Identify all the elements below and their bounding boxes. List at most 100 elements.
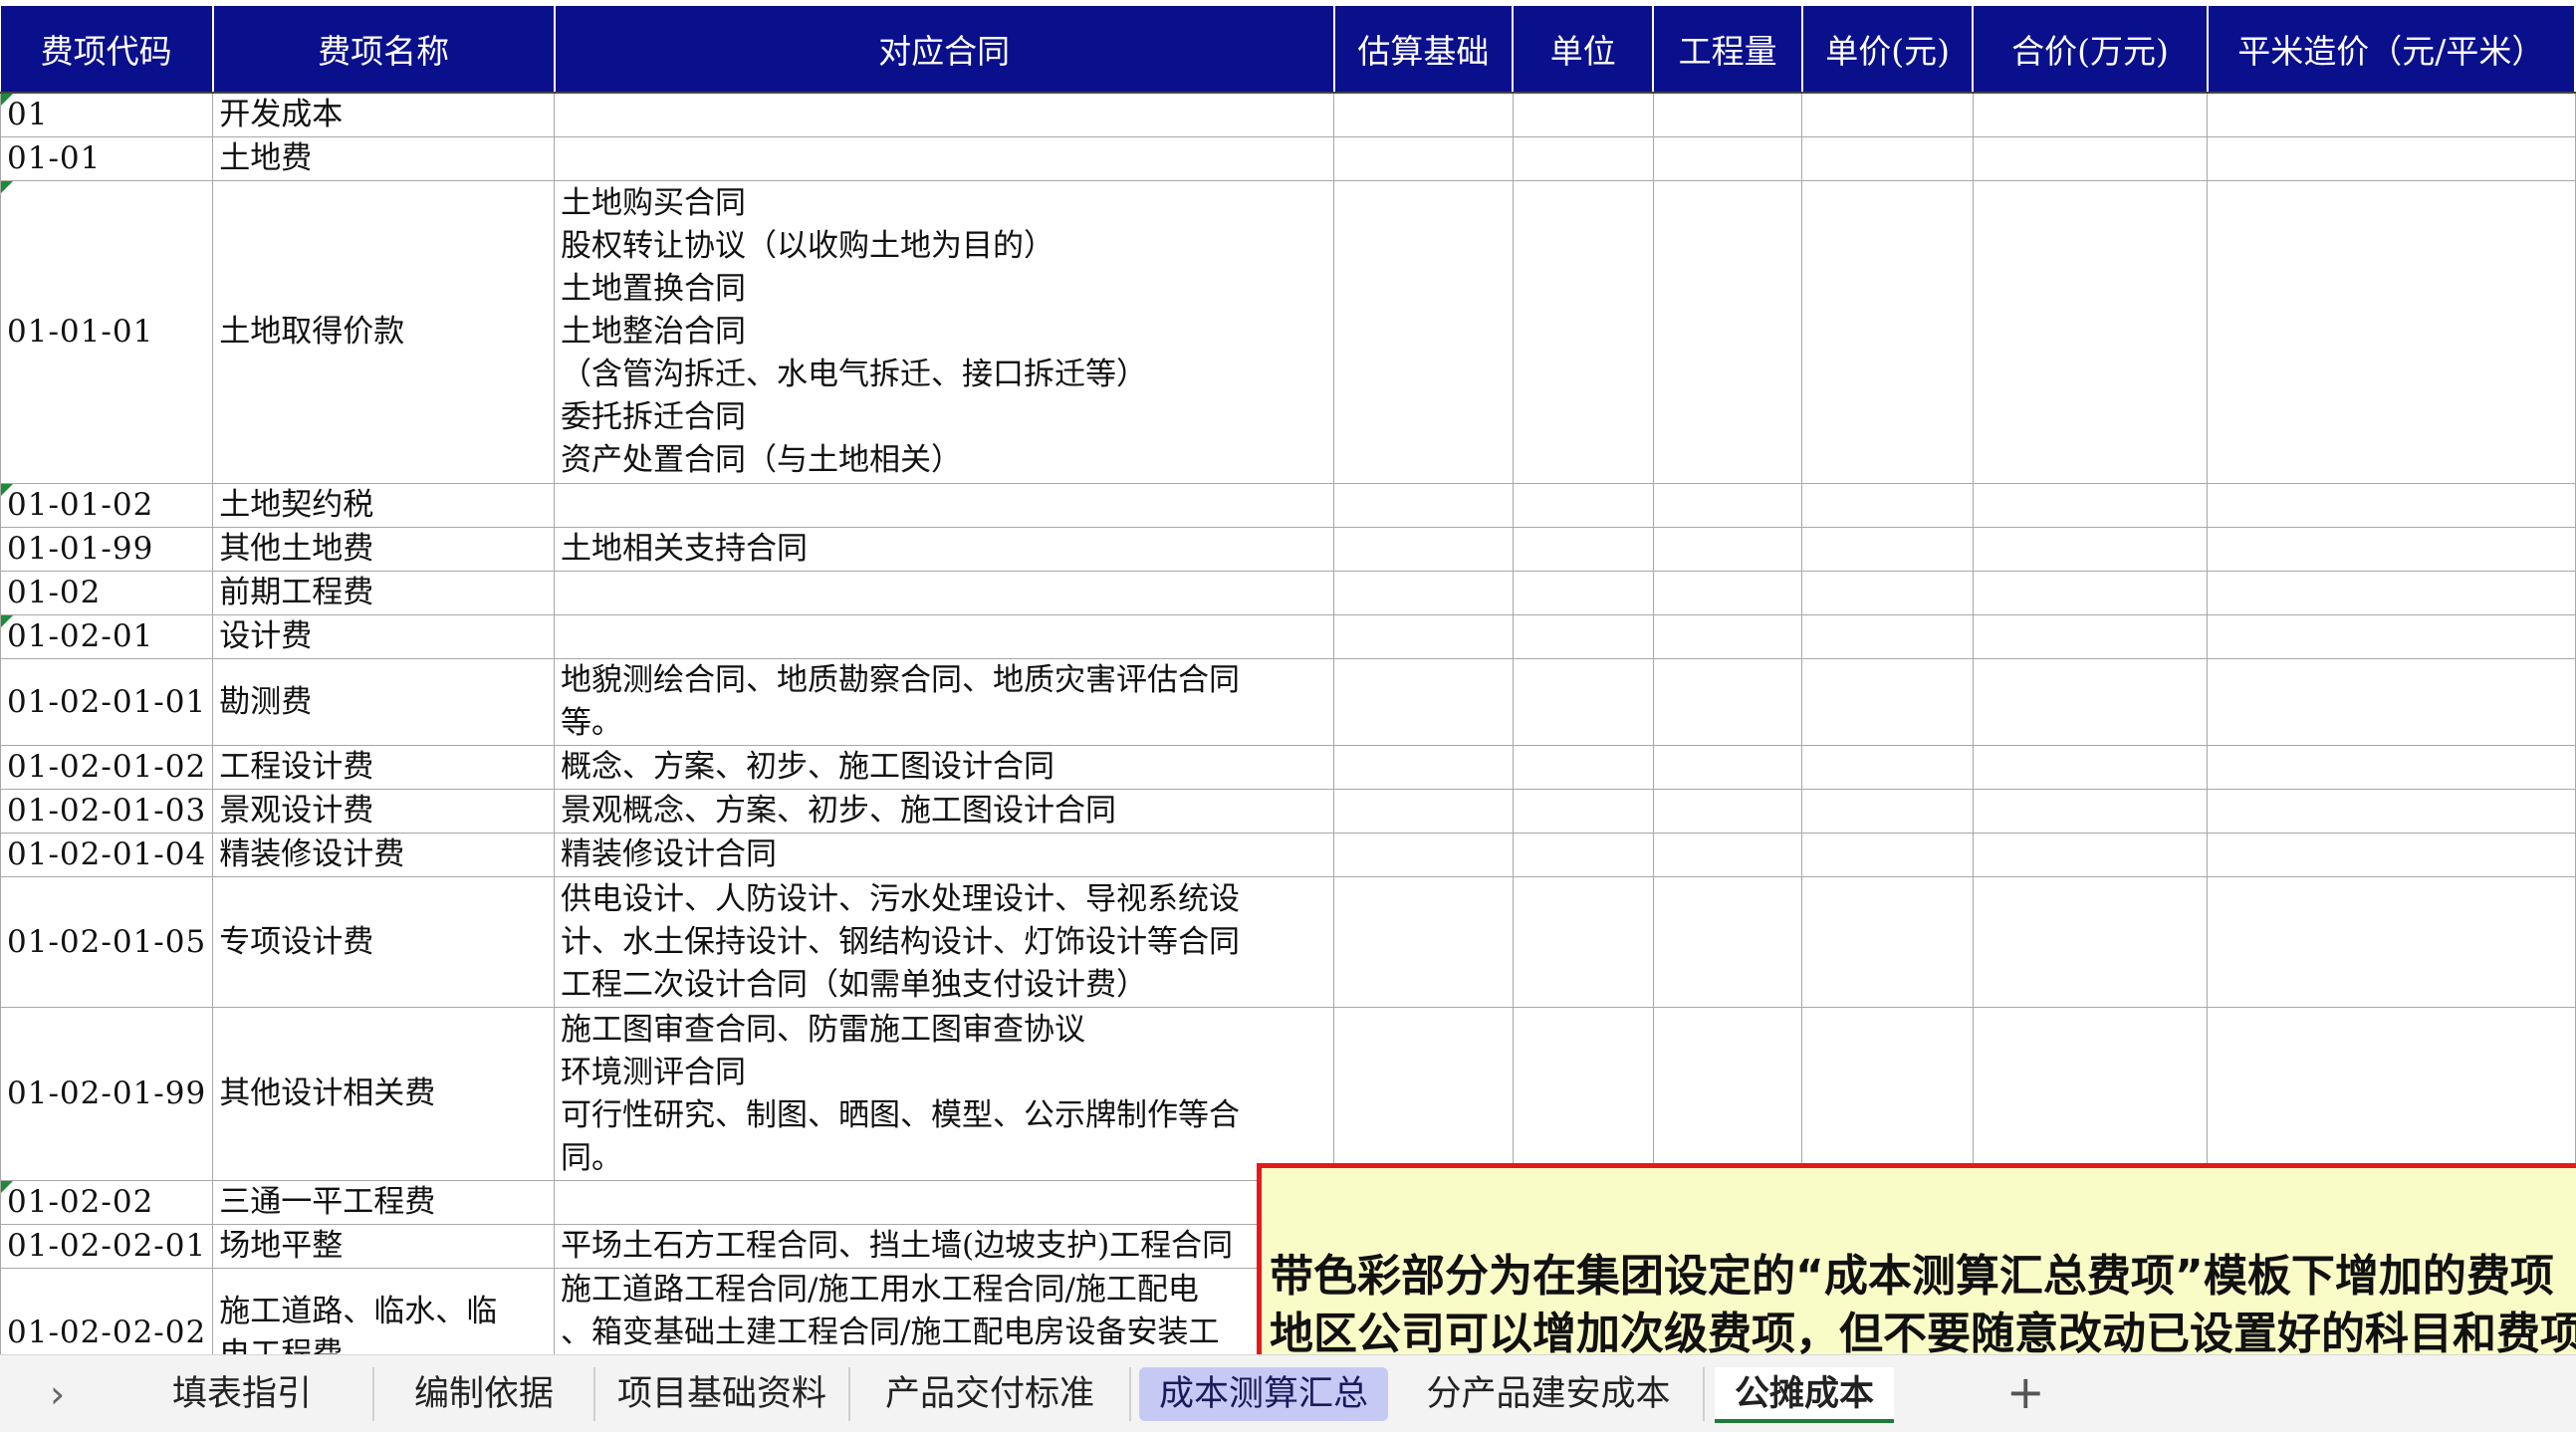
cell-basis[interactable] xyxy=(1333,180,1514,484)
cell-unit[interactable] xyxy=(1512,658,1654,746)
cell-sqm-cost[interactable] xyxy=(2207,789,2576,834)
cell-total[interactable] xyxy=(1972,745,2209,790)
cell-name[interactable]: 土地契约税 xyxy=(212,483,555,528)
cell-quantity[interactable] xyxy=(1652,789,1803,834)
cell-sqm-cost[interactable] xyxy=(2207,136,2576,181)
cell-unit-price[interactable] xyxy=(1801,614,1974,659)
cell-code[interactable]: 01-02-01-04 xyxy=(0,833,214,877)
cell-contract[interactable]: 平场土石方工程合同、挡土墙(边坡支护)工程合同 xyxy=(553,1224,1335,1269)
col-header-name[interactable]: 费项名称 xyxy=(212,6,556,94)
cell-unit-price[interactable] xyxy=(1801,876,1974,1008)
cell-name[interactable]: 场地平整 xyxy=(212,1224,555,1269)
cell-total[interactable] xyxy=(1972,92,2209,137)
cell-quantity[interactable] xyxy=(1652,658,1803,746)
cell-quantity[interactable] xyxy=(1652,180,1803,484)
cell-unit[interactable] xyxy=(1512,136,1654,181)
cell-quantity[interactable] xyxy=(1652,614,1803,659)
col-header-code[interactable]: 费项代码 xyxy=(0,6,214,94)
cell-name[interactable]: 设计费 xyxy=(212,614,555,659)
cell-code[interactable]: 01-01 xyxy=(0,136,214,181)
cell-unit[interactable] xyxy=(1512,789,1654,834)
cell-total[interactable] xyxy=(1972,876,2209,1008)
cell-quantity[interactable] xyxy=(1652,136,1803,181)
cell-unit[interactable] xyxy=(1512,745,1654,790)
cell-name[interactable]: 其他土地费 xyxy=(212,527,555,572)
cell-sqm-cost[interactable] xyxy=(2207,483,2576,528)
cell-contract[interactable]: 景观概念、方案、初步、施工图设计合同 xyxy=(553,789,1335,834)
cell-name[interactable]: 专项设计费 xyxy=(212,876,555,1008)
cell-name[interactable]: 勘测费 xyxy=(212,658,555,746)
cell-name[interactable]: 精装修设计费 xyxy=(212,833,555,877)
cell-code[interactable]: 01-02-01-99 xyxy=(0,1007,214,1181)
cell-unit[interactable] xyxy=(1512,876,1654,1008)
spreadsheet-grid[interactable]: 费项代码 费项名称 对应合同 估算基础 单位 工程量 单价(元) 合价(万元) … xyxy=(0,0,2576,1354)
tab-shared-cost[interactable]: 公摊成本 xyxy=(1715,1367,1894,1423)
cell-unit[interactable] xyxy=(1512,180,1654,484)
cell-sqm-cost[interactable] xyxy=(2207,92,2576,137)
cell-total[interactable] xyxy=(1972,789,2209,834)
col-header-sqm-cost[interactable]: 平米造价（元/平米） xyxy=(2207,6,2576,94)
cell-basis[interactable] xyxy=(1333,658,1514,746)
cell-sqm-cost[interactable] xyxy=(2207,527,2576,572)
cell-sqm-cost[interactable] xyxy=(2207,571,2576,615)
cell-name[interactable]: 景观设计费 xyxy=(212,789,555,834)
cell-total[interactable] xyxy=(1972,658,2209,746)
cell-code[interactable]: 01 xyxy=(0,92,214,137)
cell-contract[interactable]: 土地购买合同 股权转让协议（以收购土地为目的） 土地置换合同 土地整治合同 （含… xyxy=(553,180,1335,484)
cell-basis[interactable] xyxy=(1333,527,1514,572)
cell-contract[interactable] xyxy=(553,92,1335,137)
cell-unit[interactable] xyxy=(1512,614,1654,659)
cell-total[interactable] xyxy=(1972,833,2209,877)
cell-name[interactable]: 其他设计相关费 xyxy=(212,1007,555,1181)
cell-sqm-cost[interactable] xyxy=(2207,180,2576,484)
cell-code[interactable]: 01-02-02-01 xyxy=(0,1224,214,1269)
add-sheet-icon[interactable]: + xyxy=(2006,1365,2045,1419)
cell-code[interactable]: 01-02-02-02 xyxy=(0,1268,214,1354)
cell-name[interactable]: 土地取得价款 xyxy=(212,180,555,484)
cell-unit[interactable] xyxy=(1512,92,1654,137)
tab-delivery-standard[interactable]: 产品交付标准 xyxy=(850,1367,1131,1421)
cell-unit-price[interactable] xyxy=(1801,1007,1974,1181)
tab-guide[interactable]: 填表指引 xyxy=(112,1367,374,1421)
cell-total[interactable] xyxy=(1972,1007,2209,1181)
cell-unit[interactable] xyxy=(1512,833,1654,877)
tab-project-info[interactable]: 项目基础资料 xyxy=(595,1367,850,1421)
cell-unit-price[interactable] xyxy=(1801,483,1974,528)
cell-contract[interactable] xyxy=(553,571,1335,615)
cell-code[interactable]: 01-02 xyxy=(0,571,214,615)
cell-code[interactable]: 01-02-01-03 xyxy=(0,789,214,834)
cell-name[interactable]: 工程设计费 xyxy=(212,745,555,790)
cell-unit[interactable] xyxy=(1512,483,1654,528)
col-header-quantity[interactable]: 工程量 xyxy=(1653,6,1803,94)
cell-code[interactable]: 01-01-99 xyxy=(0,527,214,572)
cell-contract[interactable]: 施工图审查合同、防雷施工图审查协议 环境测评合同 可行性研究、制图、晒图、模型、… xyxy=(553,1007,1335,1181)
cell-unit-price[interactable] xyxy=(1801,745,1974,790)
cell-unit-price[interactable] xyxy=(1801,92,1974,137)
cell-sqm-cost[interactable] xyxy=(2207,1007,2576,1181)
cell-code[interactable]: 01-01-01 xyxy=(0,180,214,484)
cell-sqm-cost[interactable] xyxy=(2207,833,2576,877)
cell-sqm-cost[interactable] xyxy=(2207,614,2576,659)
cell-unit-price[interactable] xyxy=(1801,180,1974,484)
col-header-total[interactable]: 合价(万元) xyxy=(1973,6,2209,94)
cell-contract[interactable]: 供电设计、人防设计、污水处理设计、导视系统设 计、水土保持设计、钢结构设计、灯饰… xyxy=(553,876,1335,1008)
cell-sqm-cost[interactable] xyxy=(2207,876,2576,1008)
cell-unit-price[interactable] xyxy=(1801,571,1974,615)
cell-unit-price[interactable] xyxy=(1801,136,1974,181)
cell-quantity[interactable] xyxy=(1652,1007,1803,1181)
cell-unit[interactable] xyxy=(1512,1007,1654,1181)
cell-sqm-cost[interactable] xyxy=(2207,658,2576,746)
cell-quantity[interactable] xyxy=(1652,571,1803,615)
cell-code[interactable]: 01-02-01-05 xyxy=(0,876,214,1008)
cell-code[interactable]: 01-02-01 xyxy=(0,614,214,659)
cell-total[interactable] xyxy=(1972,136,2209,181)
cell-basis[interactable] xyxy=(1333,614,1514,659)
cell-name[interactable]: 三通一平工程费 xyxy=(212,1180,555,1225)
cell-total[interactable] xyxy=(1972,614,2209,659)
col-header-contract[interactable]: 对应合同 xyxy=(554,6,1335,94)
cell-code[interactable]: 01-02-02 xyxy=(0,1180,214,1225)
cell-basis[interactable] xyxy=(1333,745,1514,790)
cell-contract[interactable]: 施工道路工程合同/施工用水工程合同/施工配电 、箱变基础土建工程合同/施工配电房… xyxy=(553,1268,1335,1354)
cell-basis[interactable] xyxy=(1333,92,1514,137)
cell-contract[interactable]: 精装修设计合同 xyxy=(553,833,1335,877)
